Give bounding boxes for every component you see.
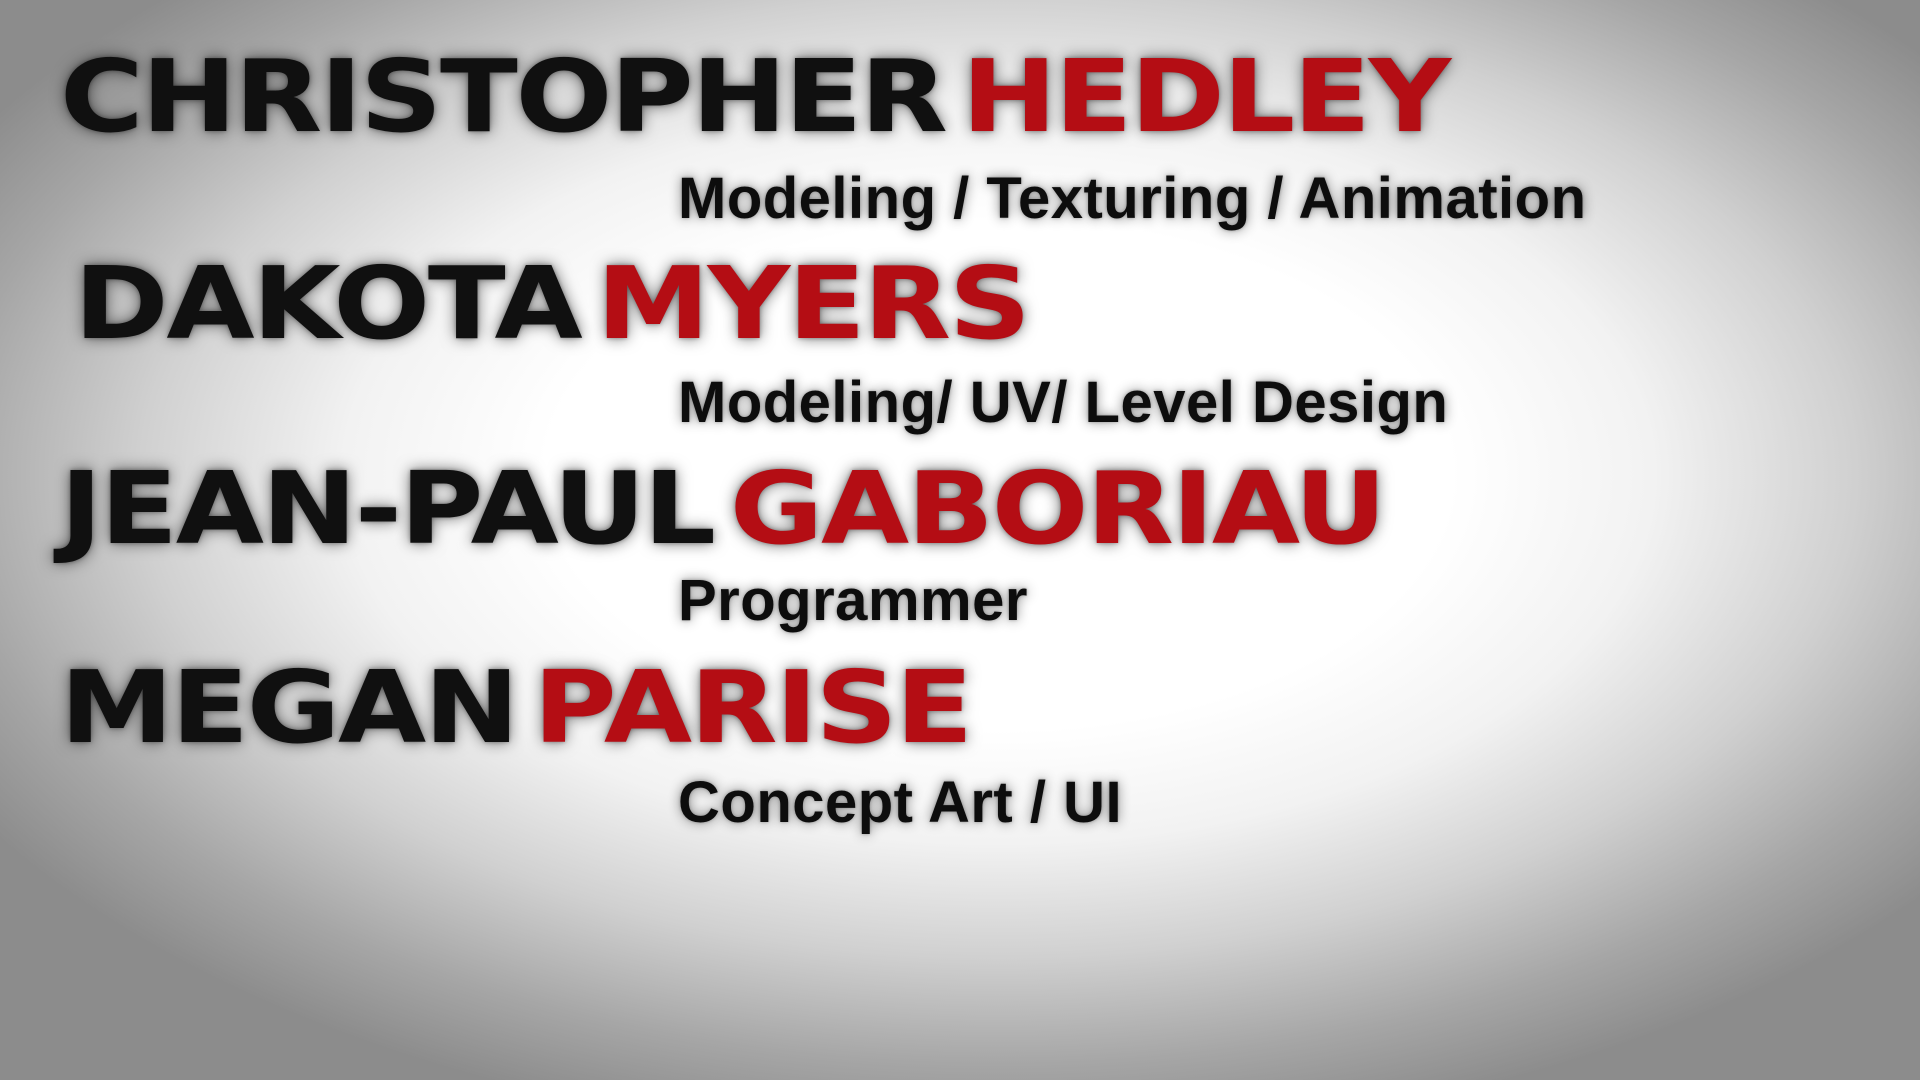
first-name: JEAN-PAUL [60,450,716,567]
credit-name: DAKOTA MYERS [74,254,1031,354]
last-name: GABORIAU [729,450,1387,567]
credit-role: Programmer [678,568,1028,633]
credit-name: CHRISTOPHER HEDLEY [60,47,1451,147]
credit-role: Modeling/ UV/ Level Design [678,370,1449,435]
last-name: MYERS [596,245,1031,362]
credits-screen: CHRISTOPHER HEDLEY Modeling / Texturing /… [0,0,1920,1080]
first-name: DAKOTA [74,245,583,362]
credit-role: Modeling / Texturing / Animation [678,166,1587,231]
credit-name: JEAN-PAUL GABORIAU [60,459,1387,559]
credit-name: MEGAN PARISE [60,658,973,758]
credit-role: Concept Art / UI [678,770,1123,835]
last-name: PARISE [533,649,973,766]
first-name: CHRISTOPHER [60,38,948,155]
first-name: MEGAN [60,649,519,766]
last-name: HEDLEY [961,38,1452,155]
